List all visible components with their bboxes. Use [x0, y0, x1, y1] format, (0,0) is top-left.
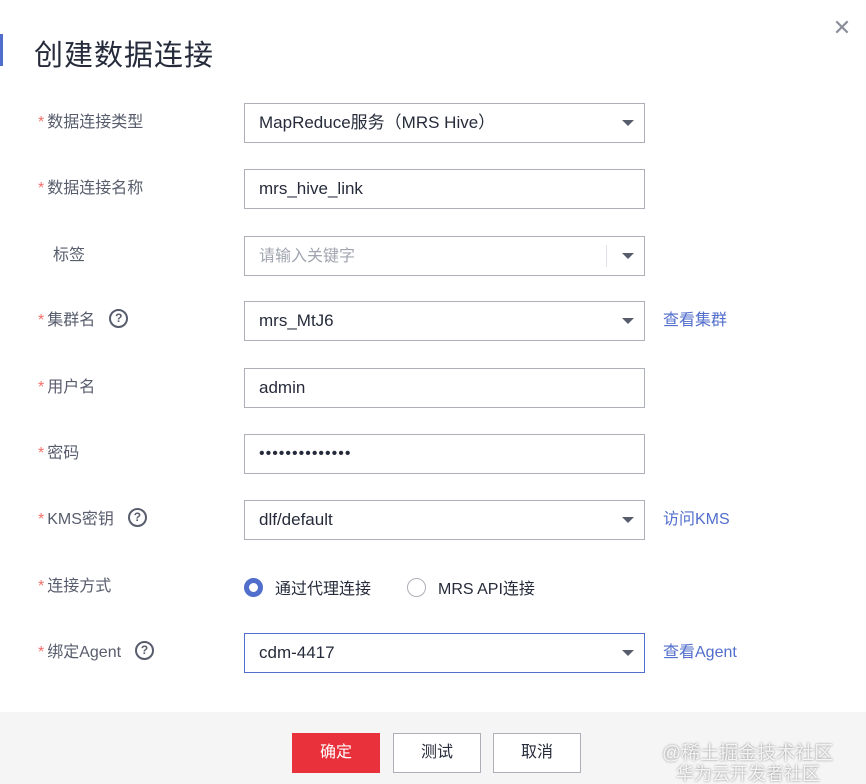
radio-via-proxy[interactable]: 通过代理连接 — [244, 575, 371, 599]
dialog-title: 创建数据连接 — [34, 40, 215, 72]
required-marker: * — [38, 114, 45, 131]
connection-type-row: * 数据连接类型 MapReduce服务（MRS Hive） — [0, 103, 866, 143]
chevron-down-icon — [622, 318, 634, 324]
username-label: * 用户名 — [38, 368, 95, 408]
agent-label-text: 绑定Agent — [47, 644, 122, 661]
agent-value: cdm-4417 — [259, 643, 335, 662]
password-value: •••••••••••••• — [259, 445, 352, 462]
connect-method-row: * 连接方式 通过代理连接 MRS API连接 — [0, 567, 866, 607]
password-row: * 密码 •••••••••••••• — [0, 434, 866, 474]
connection-type-label-text: 数据连接类型 — [47, 114, 144, 131]
tags-row: 标签 请输入关键字 — [0, 236, 866, 276]
password-input[interactable]: •••••••••••••• — [244, 434, 645, 474]
test-button[interactable]: 测试 — [393, 733, 481, 773]
chevron-down-icon[interactable] — [622, 253, 634, 259]
cluster-label-text: 集群名 — [47, 312, 96, 329]
username-value: admin — [259, 378, 306, 397]
connection-name-input[interactable]: mrs_hive_link — [244, 169, 645, 209]
connection-name-label-text: 数据连接名称 — [47, 180, 144, 197]
chevron-down-icon — [622, 650, 634, 656]
connect-method-label-text: 连接方式 — [47, 578, 112, 595]
title-accent-bar — [0, 34, 3, 66]
help-icon[interactable]: ? — [135, 641, 155, 661]
connection-name-row: * 数据连接名称 mrs_hive_link — [0, 169, 866, 209]
radio-via-proxy-label: 通过代理连接 — [275, 581, 372, 598]
close-icon[interactable]: ✕ — [830, 16, 854, 40]
radio-mrs-api-label: MRS API连接 — [438, 581, 535, 598]
connection-name-value: mrs_hive_link — [259, 179, 363, 198]
required-marker: * — [38, 644, 45, 661]
cluster-value: mrs_MtJ6 — [259, 311, 334, 330]
required-marker: * — [38, 312, 45, 329]
password-label-text: 密码 — [47, 445, 80, 462]
agent-label: * 绑定Agent? — [38, 633, 155, 673]
connect-method-label: * 连接方式 — [38, 567, 111, 607]
radio-mrs-api[interactable]: MRS API连接 — [407, 575, 535, 599]
cancel-button[interactable]: 取消 — [493, 733, 581, 773]
tags-label: 标签 — [53, 247, 86, 264]
connect-method-radio-group: 通过代理连接 MRS API连接 — [244, 567, 571, 607]
cluster-select[interactable]: mrs_MtJ6 — [244, 301, 645, 341]
cluster-row: * 集群名? mrs_MtJ6 查看集群 — [0, 301, 866, 341]
required-marker: * — [38, 379, 45, 396]
kms-key-row: * KMS密钥? dlf/default 访问KMS — [0, 500, 866, 540]
username-label-text: 用户名 — [47, 379, 96, 396]
kms-key-select[interactable]: dlf/default — [244, 500, 645, 540]
agent-select[interactable]: cdm-4417 — [244, 633, 645, 673]
tags-placeholder: 请输入关键字 — [259, 248, 356, 265]
password-label: * 密码 — [38, 434, 79, 474]
kms-key-label: * KMS密钥? — [38, 500, 147, 540]
kms-key-label-text: KMS密钥 — [47, 511, 114, 528]
radio-checked-icon[interactable] — [244, 577, 263, 597]
connection-type-select[interactable]: MapReduce服务（MRS Hive） — [244, 103, 645, 143]
required-marker: * — [38, 445, 45, 462]
required-marker: * — [38, 511, 45, 528]
required-marker: * — [38, 578, 45, 595]
kms-key-value: dlf/default — [259, 510, 333, 529]
create-data-connection-dialog: 创建数据连接 ✕ * 数据连接类型 MapReduce服务（MRS Hive） *… — [0, 0, 866, 784]
connection-name-label: * 数据连接名称 — [38, 169, 143, 209]
help-icon[interactable]: ? — [109, 309, 129, 329]
tags-input[interactable]: 请输入关键字 — [244, 236, 645, 276]
watermark-text-2: 华为云开发者社区 — [676, 764, 820, 784]
agent-row: * 绑定Agent? cdm-4417 查看Agent — [0, 633, 866, 673]
confirm-button[interactable]: 确定 — [292, 733, 380, 773]
username-row: * 用户名 admin — [0, 368, 866, 408]
username-input[interactable]: admin — [244, 368, 645, 408]
chevron-down-icon — [622, 120, 634, 126]
required-marker: * — [38, 180, 45, 197]
chevron-down-icon — [622, 517, 634, 523]
connection-type-value: MapReduce服务（MRS Hive） — [259, 113, 496, 132]
radio-unchecked-icon[interactable] — [407, 577, 427, 597]
visit-kms-link[interactable]: 访问KMS — [663, 500, 730, 540]
cluster-label: * 集群名? — [38, 301, 129, 341]
divider — [606, 245, 607, 267]
view-agent-link[interactable]: 查看Agent — [663, 633, 737, 673]
connection-type-label: * 数据连接类型 — [38, 103, 143, 143]
view-cluster-link[interactable]: 查看集群 — [663, 301, 727, 341]
help-icon[interactable]: ? — [127, 508, 147, 528]
